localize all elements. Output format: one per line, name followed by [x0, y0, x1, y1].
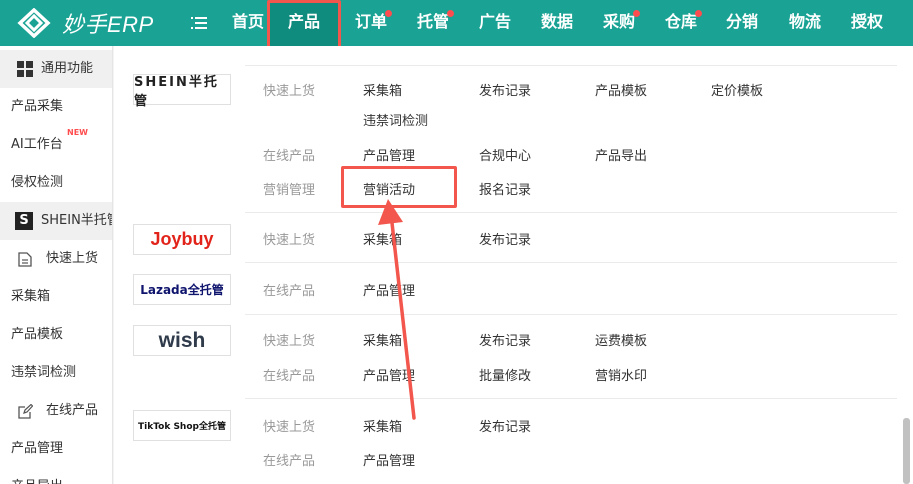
link-product-manage[interactable]: 产品管理	[363, 280, 415, 299]
sidebar-item-collect[interactable]: 产品采集	[11, 88, 63, 126]
category-online-products: 在线产品	[263, 284, 316, 299]
link-publish-record[interactable]: 发布记录	[479, 229, 531, 248]
sidebar-item-ai-workbench[interactable]: AI工作台 NEW	[11, 126, 88, 164]
sidebar-item-banned-words[interactable]: 违禁词检测	[11, 354, 76, 392]
category-online-products: 在线产品	[263, 454, 316, 469]
sidebar-item-product-manage[interactable]: 产品管理	[11, 430, 63, 468]
nav-authorization[interactable]: 授权	[848, 0, 886, 46]
link-pricing-template[interactable]: 定价模板	[711, 80, 763, 99]
category-marketing: 营销管理	[263, 183, 316, 198]
link-publish-record[interactable]: 发布记录	[479, 80, 531, 99]
vertical-scrollbar[interactable]	[903, 418, 910, 484]
logo-text: 妙手ERP	[62, 12, 154, 37]
link-collect-box[interactable]: 采集箱	[363, 229, 402, 248]
nav-orders-dot	[385, 10, 392, 17]
nav-orders[interactable]: 订单	[352, 0, 390, 46]
category-quick-upload: 快速上货	[263, 84, 316, 99]
link-publish-record[interactable]: 发布记录	[479, 330, 531, 349]
nav-warehouse-dot	[695, 10, 702, 17]
link-compliance-center[interactable]: 合规中心	[479, 145, 531, 164]
sidebar-item-product-template[interactable]: 产品模板	[11, 316, 63, 354]
brand-logo-lazada: Lazada全托管	[133, 274, 231, 305]
link-publish-record[interactable]: 发布记录	[479, 416, 531, 435]
nav-purchase-dot	[633, 10, 640, 17]
link-product-manage[interactable]: 产品管理	[363, 365, 415, 384]
row-separator	[245, 65, 897, 66]
row-separator	[245, 314, 897, 315]
category-online-products: 在线产品	[263, 369, 316, 384]
nav-purchase[interactable]: 采购	[600, 0, 638, 46]
link-marketing-watermark[interactable]: 营销水印	[595, 365, 647, 384]
brand-logo-shein: SHEIN半托管	[133, 74, 231, 109]
grid-icon	[17, 61, 33, 77]
logo-diamond-icon	[17, 8, 51, 38]
edit-icon	[18, 404, 33, 419]
menu-icon[interactable]	[190, 13, 208, 33]
link-collect-box[interactable]: 采集箱	[363, 330, 402, 349]
app-logo[interactable]: 妙手ERP	[14, 8, 154, 38]
sidebar-group-label: 通用功能	[41, 61, 94, 76]
sidebar-group-shein-label: SHEIN半托管	[41, 213, 113, 228]
link-collect-box[interactable]: 采集箱	[363, 80, 402, 99]
brand-logo-tiktok: TikTok Shop全托管	[133, 410, 231, 441]
row-separator	[245, 398, 897, 399]
shein-icon: S	[15, 212, 33, 230]
nav-logistics[interactable]: 物流	[786, 0, 824, 46]
nav-warehouse[interactable]: 仓库	[662, 0, 700, 46]
top-navigation-bar: 妙手ERP 首页 产品 订单 托管 广告 数据 采购 仓库 分销 物流 授权	[0, 0, 913, 46]
brand-logo-wish: wish	[133, 325, 231, 356]
nav-distribution[interactable]: 分销	[723, 0, 761, 46]
nav-ads[interactable]: 广告	[476, 0, 514, 46]
new-badge: NEW	[67, 128, 88, 137]
nav-managed[interactable]: 托管	[414, 0, 452, 46]
link-shipping-template[interactable]: 运费模板	[595, 330, 647, 349]
link-product-manage[interactable]: 产品管理	[363, 145, 415, 164]
link-product-manage[interactable]: 产品管理	[363, 450, 415, 469]
row-separator	[245, 262, 897, 263]
category-online-products: 在线产品	[263, 149, 316, 164]
row-separator	[245, 212, 897, 213]
category-quick-upload: 快速上货	[263, 420, 316, 435]
nav-managed-dot	[447, 10, 454, 17]
document-icon	[18, 252, 32, 267]
link-product-export[interactable]: 产品导出	[595, 145, 647, 164]
link-banned-words[interactable]: 违禁词检测	[363, 110, 428, 129]
sidebar-item-infringement[interactable]: 侵权检测	[11, 164, 63, 202]
link-batch-edit[interactable]: 批量修改	[479, 365, 531, 384]
brand-logo-joybuy: Joybuy	[133, 224, 231, 255]
link-signup-record[interactable]: 报名记录	[479, 179, 531, 198]
link-collect-box[interactable]: 采集箱	[363, 416, 402, 435]
category-quick-upload: 快速上货	[263, 233, 316, 248]
sidebar-group-shein[interactable]: S SHEIN半托管	[0, 202, 113, 240]
category-quick-upload: 快速上货	[263, 334, 316, 349]
nav-data[interactable]: 数据	[538, 0, 576, 46]
left-sidebar: 通用功能 产品采集 AI工作台 NEW 侵权检测 S SHEIN半托管 快速上货…	[0, 46, 113, 484]
link-product-template[interactable]: 产品模板	[595, 80, 647, 99]
marketing-activity-annotation-box	[341, 166, 457, 208]
sidebar-item-collect-box[interactable]: 采集箱	[11, 278, 50, 316]
nav-home[interactable]: 首页	[228, 0, 268, 46]
sidebar-item-product-export[interactable]: 产品导出	[11, 468, 63, 484]
product-dropdown-panel: SHEIN半托管 Joybuy Lazada全托管 wish TikTok Sh…	[114, 46, 913, 484]
sidebar-group-general[interactable]: 通用功能	[0, 50, 112, 88]
